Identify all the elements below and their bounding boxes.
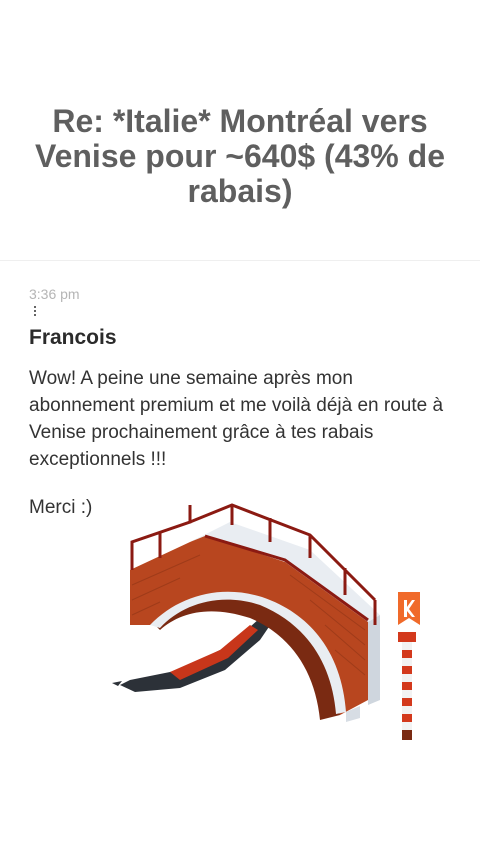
bridge-icon xyxy=(130,503,380,722)
message-signoff: Merci :) xyxy=(29,497,93,518)
venice-bridge-illustration xyxy=(112,503,420,740)
message-timestamp: 3:36 pm xyxy=(29,286,80,302)
flag-pole-icon xyxy=(398,592,420,740)
page: Re: *Italie* Montréal vers Venise pour ~… xyxy=(0,0,480,853)
header-divider xyxy=(0,260,480,261)
message-body: Wow! A peine une semaine après mon abonn… xyxy=(29,368,444,470)
message-author: Francois xyxy=(29,326,117,349)
post-header: Re: *Italie* Montréal vers Venise pour ~… xyxy=(0,0,480,260)
post-title: Re: *Italie* Montréal vers Venise pour ~… xyxy=(35,103,445,209)
more-options-icon[interactable] xyxy=(32,306,38,318)
